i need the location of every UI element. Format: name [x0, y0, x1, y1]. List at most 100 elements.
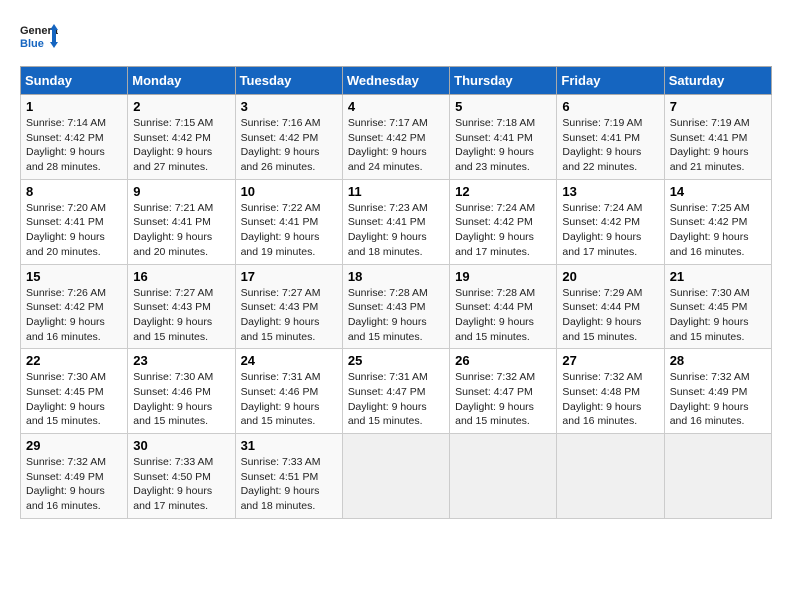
day-cell: 1 Sunrise: 7:14 AM Sunset: 4:42 PM Dayli… — [21, 95, 128, 180]
day-number: 22 — [26, 353, 122, 368]
day-cell: 5 Sunrise: 7:18 AM Sunset: 4:41 PM Dayli… — [450, 95, 557, 180]
day-info: Sunrise: 7:24 AM Sunset: 4:42 PM Dayligh… — [562, 201, 658, 260]
day-cell: 13 Sunrise: 7:24 AM Sunset: 4:42 PM Dayl… — [557, 179, 664, 264]
day-cell: 19 Sunrise: 7:28 AM Sunset: 4:44 PM Dayl… — [450, 264, 557, 349]
day-info: Sunrise: 7:26 AM Sunset: 4:42 PM Dayligh… — [26, 286, 122, 345]
day-number: 4 — [348, 99, 444, 114]
day-cell: 6 Sunrise: 7:19 AM Sunset: 4:41 PM Dayli… — [557, 95, 664, 180]
day-cell: 27 Sunrise: 7:32 AM Sunset: 4:48 PM Dayl… — [557, 349, 664, 434]
day-info: Sunrise: 7:14 AM Sunset: 4:42 PM Dayligh… — [26, 116, 122, 175]
day-number: 15 — [26, 269, 122, 284]
day-number: 10 — [241, 184, 337, 199]
day-info: Sunrise: 7:23 AM Sunset: 4:41 PM Dayligh… — [348, 201, 444, 260]
day-number: 25 — [348, 353, 444, 368]
day-cell: 9 Sunrise: 7:21 AM Sunset: 4:41 PM Dayli… — [128, 179, 235, 264]
day-info: Sunrise: 7:32 AM Sunset: 4:48 PM Dayligh… — [562, 370, 658, 429]
day-info: Sunrise: 7:31 AM Sunset: 4:47 PM Dayligh… — [348, 370, 444, 429]
day-cell: 4 Sunrise: 7:17 AM Sunset: 4:42 PM Dayli… — [342, 95, 449, 180]
day-cell: 17 Sunrise: 7:27 AM Sunset: 4:43 PM Dayl… — [235, 264, 342, 349]
day-cell: 23 Sunrise: 7:30 AM Sunset: 4:46 PM Dayl… — [128, 349, 235, 434]
calendar-table: SundayMondayTuesdayWednesdayThursdayFrid… — [20, 66, 772, 519]
day-cell: 14 Sunrise: 7:25 AM Sunset: 4:42 PM Dayl… — [664, 179, 771, 264]
day-number: 27 — [562, 353, 658, 368]
day-number: 11 — [348, 184, 444, 199]
day-info: Sunrise: 7:32 AM Sunset: 4:47 PM Dayligh… — [455, 370, 551, 429]
week-row-4: 22 Sunrise: 7:30 AM Sunset: 4:45 PM Dayl… — [21, 349, 772, 434]
day-number: 8 — [26, 184, 122, 199]
day-cell — [450, 434, 557, 519]
day-cell: 16 Sunrise: 7:27 AM Sunset: 4:43 PM Dayl… — [128, 264, 235, 349]
day-info: Sunrise: 7:20 AM Sunset: 4:41 PM Dayligh… — [26, 201, 122, 260]
logo: General Blue — [20, 20, 58, 56]
col-header-tuesday: Tuesday — [235, 67, 342, 95]
day-info: Sunrise: 7:32 AM Sunset: 4:49 PM Dayligh… — [670, 370, 766, 429]
day-info: Sunrise: 7:30 AM Sunset: 4:45 PM Dayligh… — [670, 286, 766, 345]
week-row-2: 8 Sunrise: 7:20 AM Sunset: 4:41 PM Dayli… — [21, 179, 772, 264]
day-info: Sunrise: 7:28 AM Sunset: 4:43 PM Dayligh… — [348, 286, 444, 345]
week-row-3: 15 Sunrise: 7:26 AM Sunset: 4:42 PM Dayl… — [21, 264, 772, 349]
day-info: Sunrise: 7:32 AM Sunset: 4:49 PM Dayligh… — [26, 455, 122, 514]
col-header-thursday: Thursday — [450, 67, 557, 95]
day-number: 18 — [348, 269, 444, 284]
week-row-5: 29 Sunrise: 7:32 AM Sunset: 4:49 PM Dayl… — [21, 434, 772, 519]
day-number: 30 — [133, 438, 229, 453]
day-cell: 22 Sunrise: 7:30 AM Sunset: 4:45 PM Dayl… — [21, 349, 128, 434]
day-cell: 29 Sunrise: 7:32 AM Sunset: 4:49 PM Dayl… — [21, 434, 128, 519]
day-info: Sunrise: 7:24 AM Sunset: 4:42 PM Dayligh… — [455, 201, 551, 260]
day-number: 2 — [133, 99, 229, 114]
day-number: 28 — [670, 353, 766, 368]
day-cell: 28 Sunrise: 7:32 AM Sunset: 4:49 PM Dayl… — [664, 349, 771, 434]
day-info: Sunrise: 7:21 AM Sunset: 4:41 PM Dayligh… — [133, 201, 229, 260]
day-info: Sunrise: 7:28 AM Sunset: 4:44 PM Dayligh… — [455, 286, 551, 345]
day-info: Sunrise: 7:30 AM Sunset: 4:46 PM Dayligh… — [133, 370, 229, 429]
day-cell: 3 Sunrise: 7:16 AM Sunset: 4:42 PM Dayli… — [235, 95, 342, 180]
day-number: 3 — [241, 99, 337, 114]
day-cell: 12 Sunrise: 7:24 AM Sunset: 4:42 PM Dayl… — [450, 179, 557, 264]
day-info: Sunrise: 7:30 AM Sunset: 4:45 PM Dayligh… — [26, 370, 122, 429]
day-number: 24 — [241, 353, 337, 368]
day-info: Sunrise: 7:19 AM Sunset: 4:41 PM Dayligh… — [562, 116, 658, 175]
day-info: Sunrise: 7:33 AM Sunset: 4:51 PM Dayligh… — [241, 455, 337, 514]
page-header: General Blue — [20, 20, 772, 56]
day-info: Sunrise: 7:25 AM Sunset: 4:42 PM Dayligh… — [670, 201, 766, 260]
calendar-header-row: SundayMondayTuesdayWednesdayThursdayFrid… — [21, 67, 772, 95]
day-info: Sunrise: 7:31 AM Sunset: 4:46 PM Dayligh… — [241, 370, 337, 429]
svg-text:Blue: Blue — [20, 38, 44, 50]
day-info: Sunrise: 7:19 AM Sunset: 4:41 PM Dayligh… — [670, 116, 766, 175]
day-cell: 21 Sunrise: 7:30 AM Sunset: 4:45 PM Dayl… — [664, 264, 771, 349]
day-number: 29 — [26, 438, 122, 453]
day-number: 13 — [562, 184, 658, 199]
day-cell — [664, 434, 771, 519]
day-cell: 26 Sunrise: 7:32 AM Sunset: 4:47 PM Dayl… — [450, 349, 557, 434]
week-row-1: 1 Sunrise: 7:14 AM Sunset: 4:42 PM Dayli… — [21, 95, 772, 180]
day-number: 12 — [455, 184, 551, 199]
day-info: Sunrise: 7:27 AM Sunset: 4:43 PM Dayligh… — [241, 286, 337, 345]
day-number: 5 — [455, 99, 551, 114]
day-number: 19 — [455, 269, 551, 284]
day-info: Sunrise: 7:27 AM Sunset: 4:43 PM Dayligh… — [133, 286, 229, 345]
day-number: 1 — [26, 99, 122, 114]
day-cell: 10 Sunrise: 7:22 AM Sunset: 4:41 PM Dayl… — [235, 179, 342, 264]
col-header-saturday: Saturday — [664, 67, 771, 95]
day-cell: 31 Sunrise: 7:33 AM Sunset: 4:51 PM Dayl… — [235, 434, 342, 519]
day-info: Sunrise: 7:33 AM Sunset: 4:50 PM Dayligh… — [133, 455, 229, 514]
day-number: 6 — [562, 99, 658, 114]
day-number: 26 — [455, 353, 551, 368]
day-cell — [342, 434, 449, 519]
day-cell: 15 Sunrise: 7:26 AM Sunset: 4:42 PM Dayl… — [21, 264, 128, 349]
day-number: 7 — [670, 99, 766, 114]
day-cell: 25 Sunrise: 7:31 AM Sunset: 4:47 PM Dayl… — [342, 349, 449, 434]
col-header-wednesday: Wednesday — [342, 67, 449, 95]
day-number: 21 — [670, 269, 766, 284]
day-info: Sunrise: 7:15 AM Sunset: 4:42 PM Dayligh… — [133, 116, 229, 175]
day-cell: 2 Sunrise: 7:15 AM Sunset: 4:42 PM Dayli… — [128, 95, 235, 180]
day-info: Sunrise: 7:16 AM Sunset: 4:42 PM Dayligh… — [241, 116, 337, 175]
day-cell: 20 Sunrise: 7:29 AM Sunset: 4:44 PM Dayl… — [557, 264, 664, 349]
day-cell: 7 Sunrise: 7:19 AM Sunset: 4:41 PM Dayli… — [664, 95, 771, 180]
day-number: 17 — [241, 269, 337, 284]
day-cell: 30 Sunrise: 7:33 AM Sunset: 4:50 PM Dayl… — [128, 434, 235, 519]
day-number: 23 — [133, 353, 229, 368]
day-info: Sunrise: 7:29 AM Sunset: 4:44 PM Dayligh… — [562, 286, 658, 345]
day-number: 31 — [241, 438, 337, 453]
col-header-monday: Monday — [128, 67, 235, 95]
